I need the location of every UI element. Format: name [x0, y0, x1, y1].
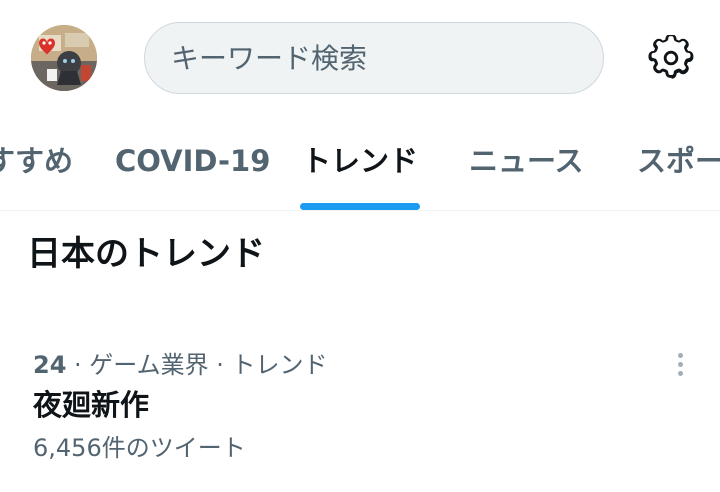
trend-name[interactable]: 夜廻新作 [33, 382, 149, 424]
explore-tabs: すすめ COVID-19 トレンド ニュース スポー [0, 118, 720, 211]
tab-news[interactable]: ニュース [469, 118, 584, 210]
meta-separator: · [208, 351, 232, 379]
trend-item[interactable]: 24 · ゲーム業界 · トレンド 夜廻新作 6,456件のツイート [0, 330, 720, 470]
more-options-button[interactable] [664, 348, 696, 380]
avatar-image [31, 25, 97, 91]
explore-page: すすめ COVID-19 トレンド ニュース スポー 日本のトレンド 24 · … [0, 0, 720, 492]
tab-trending[interactable]: トレンド [302, 118, 418, 210]
active-tab-indicator [300, 203, 420, 210]
trend-type: トレンド [231, 351, 328, 379]
more-dot [677, 370, 683, 376]
search-input[interactable] [169, 40, 603, 76]
more-dot [677, 361, 683, 367]
gear-icon [648, 34, 694, 79]
trend-meta: 24 · ゲーム業界 · トレンド [33, 345, 327, 380]
tab-sports[interactable]: スポー [637, 118, 720, 210]
tab-for-you[interactable]: すすめ [0, 118, 73, 210]
tab-covid-19[interactable]: COVID-19 [115, 118, 270, 210]
trend-rank: 24 [33, 351, 67, 379]
search-box[interactable] [144, 22, 604, 94]
more-dot [677, 352, 683, 358]
meta-separator: · [66, 351, 90, 379]
trend-category: ゲーム業界 [89, 351, 209, 379]
avatar[interactable] [31, 25, 97, 91]
section-title: 日本のトレンド [27, 234, 265, 274]
settings-button[interactable] [648, 34, 694, 81]
trend-tweet-count: 6,456件のツイート [33, 434, 246, 462]
